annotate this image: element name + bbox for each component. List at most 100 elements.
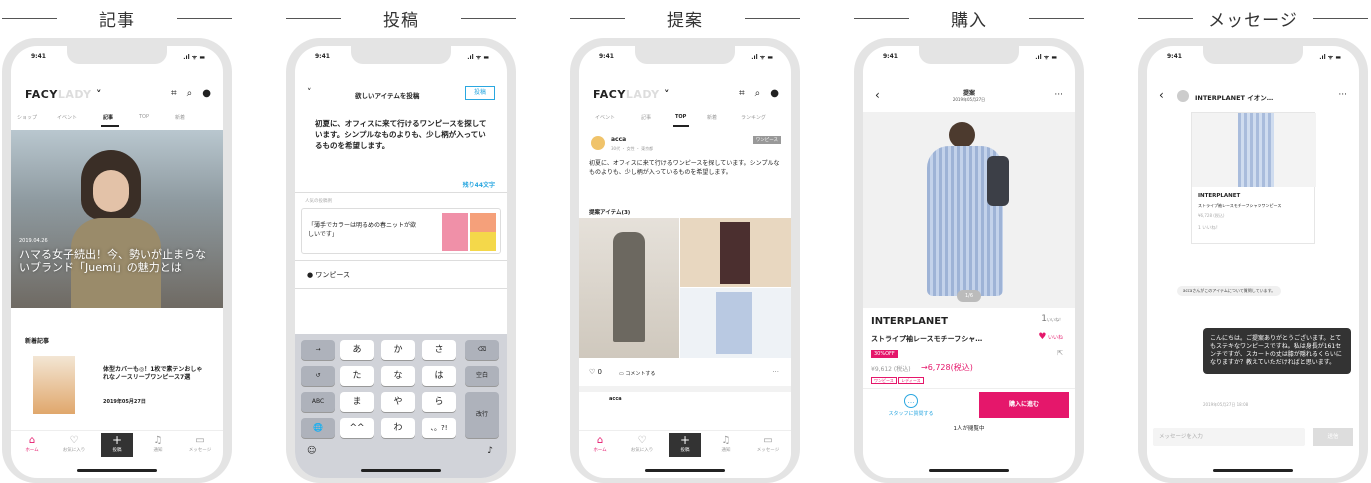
tab-notify[interactable]: ♫ 通知: [143, 435, 173, 453]
next-user-name[interactable]: acca: [609, 396, 622, 402]
phone-frame: 9:41 .ıl ᯤ ▬ ‹ 提案 2019年05月27日 ··· 1/6 INT…: [854, 38, 1084, 483]
home-icon: ⌂: [28, 435, 36, 446]
key-ta[interactable]: た: [340, 366, 374, 386]
phone-frame: 9:41 .ıl ᯤ ▬ FACYLADY ˅ ⌗ ⌕ ● ショップ イベント 記事 …: [2, 38, 232, 483]
section-title: 提案: [568, 6, 802, 31]
key-arrow[interactable]: →: [301, 340, 335, 360]
key-ma[interactable]: ま: [340, 392, 374, 412]
hero-image[interactable]: 2019.04.26 ハマる女子続出！今、勢いが止まらないブランド「Juemi」…: [11, 130, 223, 308]
proposal-item-2[interactable]: [680, 218, 791, 287]
tab-favorite[interactable]: ♡ お気に入り: [59, 435, 89, 453]
scan-icon[interactable]: ⌗: [171, 88, 177, 99]
key-abc[interactable]: ABC: [301, 392, 335, 412]
ask-staff-button[interactable]: … スタッフに質問する: [871, 394, 951, 417]
tab-post[interactable]: + 投稿: [101, 433, 133, 457]
tab-top[interactable]: TOP: [675, 114, 686, 120]
key-wa[interactable]: わ: [381, 418, 415, 438]
user-icon[interactable]: ●: [202, 88, 211, 99]
search-icon[interactable]: ⌕: [755, 88, 761, 99]
product-card[interactable]: INTERPLANET ストライプ袖レースモチーフシャツワンピース ¥6,728…: [1191, 112, 1316, 244]
tab-post[interactable]: + 投稿: [669, 433, 701, 457]
tab-notify[interactable]: ♫ 通知: [711, 435, 741, 453]
tab-new[interactable]: 新着: [707, 114, 717, 121]
header-title: 提案: [962, 90, 975, 97]
key-backspace[interactable]: ⌫: [465, 340, 499, 360]
avatar[interactable]: [1177, 90, 1189, 102]
key-punct[interactable]: 、。?!: [422, 418, 456, 438]
collapse-icon[interactable]: ˅: [307, 88, 312, 98]
app-logo[interactable]: FACYLADY ˅: [593, 88, 670, 101]
tag[interactable]: ワンピース: [871, 377, 897, 384]
comment-button[interactable]: ▭ コメントする: [619, 370, 655, 377]
tab-home[interactable]: ⌂ ホーム: [17, 435, 47, 453]
globe-icon[interactable]: 🌐: [301, 418, 335, 438]
tab-article[interactable]: 記事: [641, 114, 651, 121]
chat-icon: ▭: [195, 435, 205, 446]
search-icon[interactable]: ⌕: [187, 88, 193, 99]
proposal-item-3[interactable]: [680, 288, 791, 358]
back-icon[interactable]: ‹: [1159, 88, 1164, 102]
emoji-icon[interactable]: ☺: [307, 446, 316, 456]
avatar[interactable]: [591, 136, 605, 150]
plus-icon: +: [679, 433, 691, 447]
category-tabs: イベント 記事 TOP 新着 ランキング: [579, 114, 791, 128]
tag[interactable]: レディース: [898, 377, 924, 384]
key-ka[interactable]: か: [381, 340, 415, 360]
tab-article[interactable]: 記事: [103, 114, 113, 121]
chat-icon: …: [904, 394, 918, 408]
tab-event[interactable]: イベント: [595, 114, 615, 121]
post-button[interactable]: 投稿: [465, 86, 495, 100]
product-image[interactable]: 1/6: [863, 112, 1075, 308]
more-icon[interactable]: ···: [1338, 90, 1347, 100]
send-button[interactable]: 送信: [1313, 428, 1353, 446]
key-na[interactable]: な: [381, 366, 415, 386]
post-body-input[interactable]: 初夏に、オフィスに来て行けるワンピースを探しています。シンプルなものよりも、少し…: [315, 118, 487, 151]
proposal-item-1[interactable]: [579, 218, 679, 358]
post-column: 投稿 9:41 .ıl ᯤ ▬ ˅ 欲しいアイテムを投稿 投稿 初夏に、オフィスに…: [284, 0, 518, 483]
key-sa[interactable]: さ: [422, 340, 456, 360]
app-logo[interactable]: FACYLADY ˅: [25, 88, 102, 101]
user-icon[interactable]: ●: [770, 88, 779, 99]
key-ha[interactable]: は: [422, 366, 456, 386]
tab-shop[interactable]: ショップ: [17, 114, 37, 121]
key-ya[interactable]: や: [381, 392, 415, 412]
tab-event[interactable]: イベント: [57, 114, 77, 121]
share-icon[interactable]: ⇱: [1057, 349, 1063, 357]
mic-icon[interactable]: ♪: [487, 446, 493, 456]
home-icon: ⌂: [596, 435, 604, 446]
items-label: 提案アイテム(3): [589, 210, 631, 216]
tab-message[interactable]: ▭ メッセージ: [185, 435, 215, 453]
tab-new[interactable]: 新着: [175, 114, 185, 121]
bell-icon: ♫: [721, 435, 731, 446]
scan-icon[interactable]: ⌗: [739, 88, 745, 99]
more-icon[interactable]: ···: [1054, 90, 1063, 100]
section-title: 投稿: [284, 6, 518, 31]
tab-message[interactable]: ▭ メッセージ: [753, 435, 783, 453]
key-return[interactable]: 改行: [465, 392, 499, 438]
article-item[interactable]: 体型カバーも◎！1枚で素テンおしゃれなノースリーブワンピース7選 2019年05…: [25, 356, 215, 416]
brand-name[interactable]: INTERPLANET: [871, 316, 948, 327]
key-ra[interactable]: ら: [422, 392, 456, 412]
buy-button[interactable]: 購入に進む: [979, 392, 1069, 418]
tab-favorite[interactable]: ♡ お気に入り: [627, 435, 657, 453]
card-likes: 1 いいね！: [1198, 226, 1221, 231]
like-button[interactable]: ♥ いいね: [1038, 332, 1063, 342]
key-space[interactable]: 空白: [465, 366, 499, 386]
like-button[interactable]: ♡ 0: [589, 368, 602, 376]
key-kaomoji[interactable]: ^^: [340, 418, 374, 438]
user-name[interactable]: acca: [611, 136, 626, 143]
tab-ranking[interactable]: ランキング: [741, 114, 766, 121]
key-a[interactable]: あ: [340, 340, 374, 360]
popular-example-card[interactable]: 「薄手でカラーは明るめの春ニットが欲しいです」: [301, 208, 501, 254]
tab-home[interactable]: ⌂ ホーム: [585, 435, 615, 453]
category-tabs: ショップ イベント 記事 TOP 新着: [11, 114, 223, 128]
card-product-name: ストライプ袖レースモチーフシャツワンピース: [1198, 203, 1282, 208]
message-input[interactable]: メッセージを入力: [1153, 428, 1305, 446]
tab-top[interactable]: TOP: [139, 114, 149, 120]
key-undo[interactable]: ↺: [301, 366, 335, 386]
japanese-keyboard: → あ か さ ⌫ ↺ た な は 空白 ABC ま や ら 改行 🌐 ^^ わ…: [295, 334, 507, 478]
category-selector[interactable]: ● ワンピース: [307, 270, 350, 280]
phone-screen: 9:41 .ıl ᯤ ▬ FACYLADY ˅ ⌗ ⌕ ● イベント 記事 TOP 新…: [579, 46, 791, 478]
popular-label: 人気の投稿例: [305, 199, 332, 204]
more-icon[interactable]: ···: [772, 368, 779, 376]
